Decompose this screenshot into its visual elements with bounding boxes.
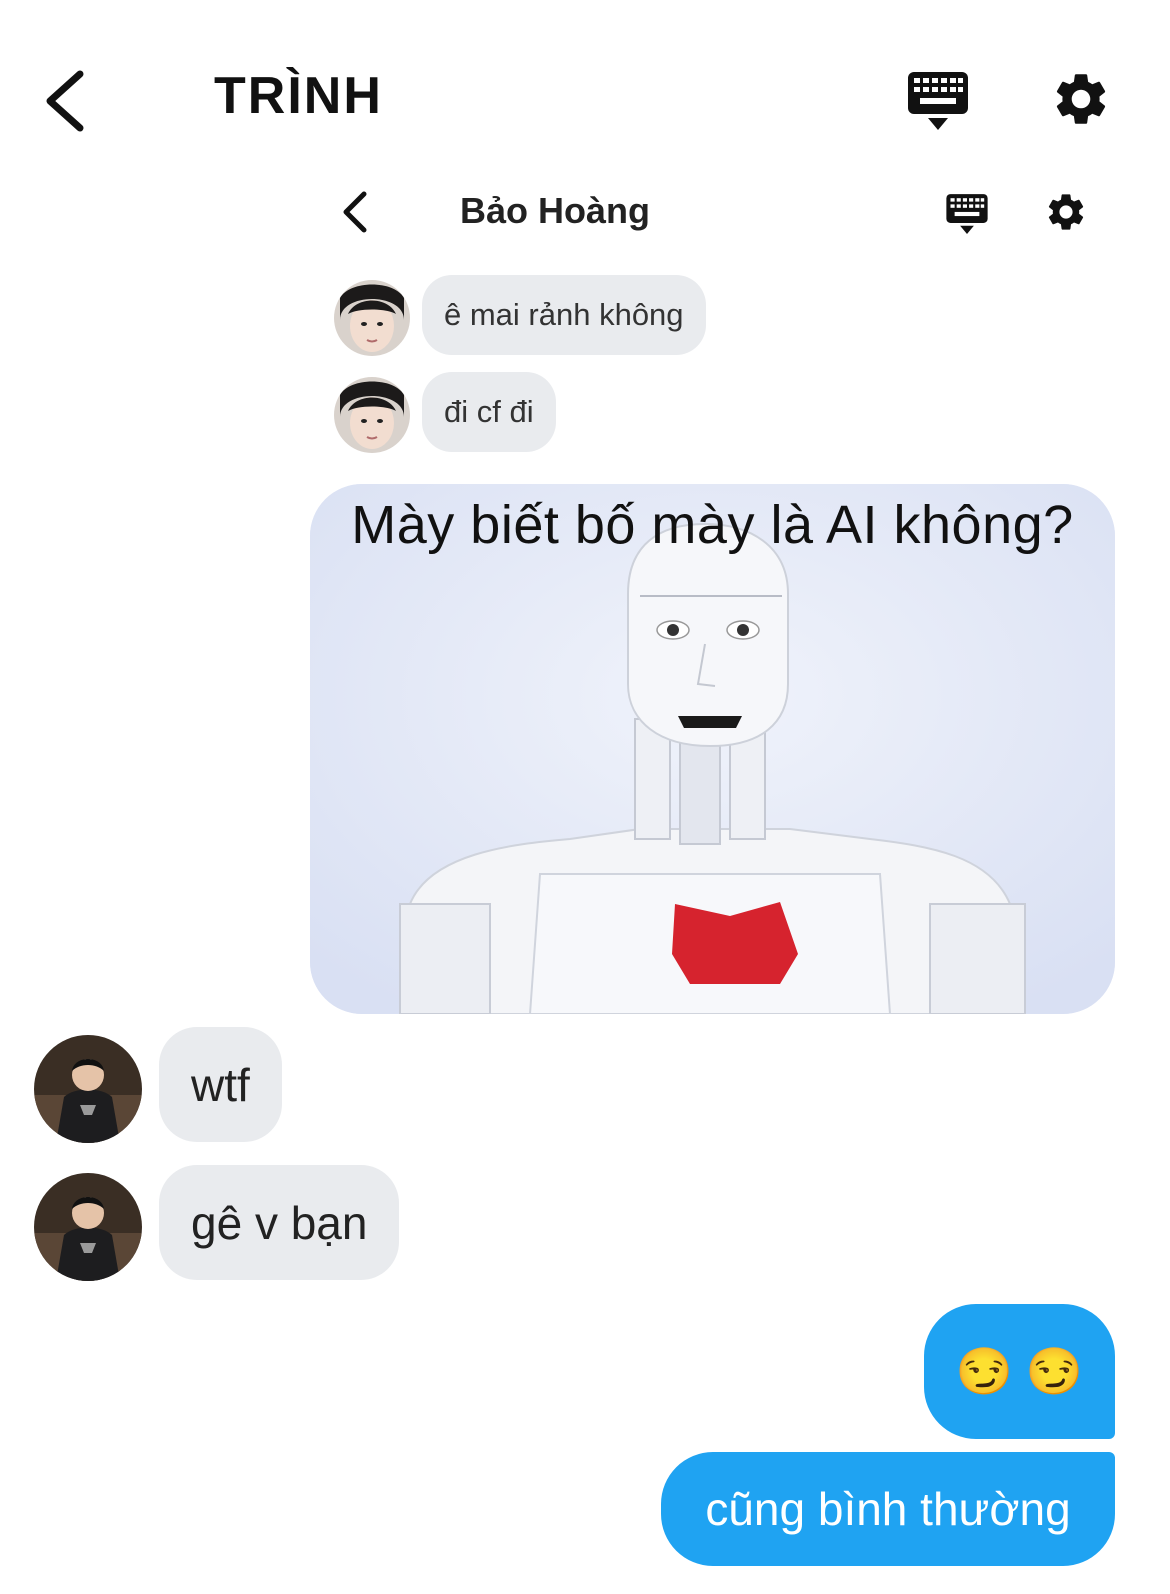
message-bubble-outgoing: cũng bình thường <box>661 1452 1115 1566</box>
image-message[interactable]: Mày biết bố mày là AI không? <box>310 484 1115 1014</box>
keyboard-button[interactable] <box>906 70 970 132</box>
message-text: ê mai rảnh không <box>444 297 684 332</box>
message-text: 😏 😏 <box>955 1345 1084 1397</box>
message-bubble-outgoing: 😏 😏 <box>924 1304 1115 1439</box>
robot-image <box>310 484 1115 1014</box>
message-bubble-incoming: gê v bạn <box>159 1165 400 1280</box>
avatar <box>334 377 410 453</box>
keyboard-icon <box>908 72 968 130</box>
chevron-left-icon <box>343 191 367 233</box>
avatar <box>34 1173 142 1281</box>
inner-keyboard-button[interactable] <box>945 192 989 236</box>
keyboard-icon <box>946 194 988 234</box>
back-button[interactable] <box>40 66 100 136</box>
avatar <box>34 1035 142 1143</box>
gear-icon <box>1056 74 1106 124</box>
inner-settings-button[interactable] <box>1044 190 1088 234</box>
gear-icon <box>1048 194 1084 230</box>
avatar <box>334 280 410 356</box>
message-text: cũng bình thường <box>705 1483 1071 1535</box>
settings-button[interactable] <box>1050 68 1112 130</box>
message-text: gê v bạn <box>191 1196 368 1249</box>
meme-caption: Mày biết bố mày là AI không? <box>351 495 1074 555</box>
message-bubble-incoming: đi cf đi <box>422 372 556 452</box>
inner-back-button[interactable] <box>340 188 374 236</box>
message-text: đi cf đi <box>444 394 534 429</box>
chevron-left-icon <box>46 70 84 132</box>
message-bubble-incoming: ê mai rảnh không <box>422 275 706 355</box>
page-title: TRÌNH <box>214 67 383 125</box>
message-bubble-incoming: wtf <box>159 1027 282 1142</box>
inner-conversation-title: Bảo Hoàng <box>460 190 651 231</box>
message-text: wtf <box>191 1058 250 1111</box>
